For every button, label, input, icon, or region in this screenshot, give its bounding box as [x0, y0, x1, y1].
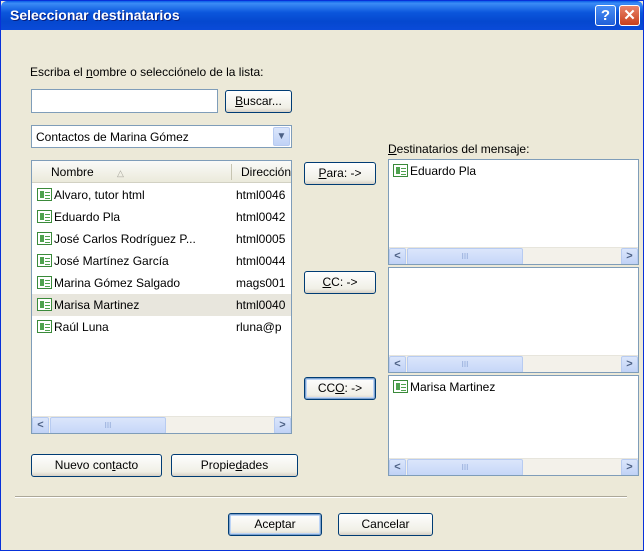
contact-address: mags001 [236, 276, 286, 290]
scroll-left-icon[interactable]: < [389, 248, 406, 264]
contact-address: html0005 [236, 232, 286, 246]
add-bcc-button[interactable]: CCO: -> [304, 377, 376, 400]
contact-name: Eduardo Pla [54, 210, 121, 224]
scroll-left-icon[interactable]: < [32, 417, 49, 433]
contacts-hscrollbar[interactable]: < III > [32, 416, 291, 433]
divider [15, 496, 627, 498]
properties-button[interactable]: Propiedades [171, 454, 298, 477]
scroll-right-icon[interactable]: > [621, 459, 638, 475]
contact-name: Marisa Martinez [54, 298, 140, 312]
contact-address: html0040 [236, 298, 286, 312]
scroll-left-icon[interactable]: < [389, 459, 406, 475]
contact-card-icon [37, 188, 52, 201]
cc-hscrollbar[interactable]: < III > [389, 355, 638, 372]
contact-card-icon [393, 380, 408, 393]
search-label: Escriba el nombre o selecciónelo de la l… [30, 65, 264, 79]
scroll-right-icon[interactable]: > [621, 248, 638, 264]
addressbook-selected: Contactos de Marina Gómez [36, 130, 189, 144]
new-contact-button[interactable]: Nuevo contacto [31, 454, 162, 477]
dialog-title: Seleccionar destinatarios [10, 7, 180, 23]
help-button[interactable]: ? [595, 5, 616, 26]
column-header-name[interactable]: Nombre △ [51, 165, 124, 179]
contact-row[interactable]: Eduardo Pla html0042 [32, 206, 291, 228]
contact-row[interactable]: Marisa Martinez html0040 [32, 294, 291, 316]
contact-address: html0044 [236, 254, 286, 268]
contact-card-icon [37, 320, 52, 333]
chevron-down-icon[interactable]: ▼ [273, 127, 290, 146]
contact-name: José Martínez García [54, 254, 169, 268]
close-button[interactable]: ✕ [619, 5, 640, 26]
sort-arrow-icon: △ [117, 168, 124, 178]
scroll-right-icon[interactable]: > [274, 417, 291, 433]
recipients-label: Destinatarios del mensaje: [388, 142, 530, 156]
contact-card-icon [37, 232, 52, 245]
contact-row[interactable]: Alvaro, tutor html html0046 [32, 184, 291, 206]
contact-card-icon [37, 254, 52, 267]
column-header-address[interactable]: Dirección [241, 165, 291, 179]
contact-address: rluna@p [236, 320, 282, 334]
search-input[interactable] [31, 89, 218, 113]
recipient-entry[interactable]: Marisa Martinez [393, 380, 495, 394]
contact-row[interactable]: José Martínez García html0044 [32, 250, 291, 272]
bcc-recipients-box[interactable]: Marisa Martinez < III > [388, 375, 639, 476]
contact-card-icon [37, 298, 52, 311]
scroll-thumb[interactable]: III [407, 459, 523, 475]
scroll-thumb[interactable]: III [50, 417, 166, 433]
cancel-button[interactable]: Cancelar [338, 513, 433, 536]
contacts-header: Nombre △ Dirección [32, 161, 291, 183]
addressbook-select[interactable]: Contactos de Marina Gómez ▼ [31, 125, 292, 148]
add-to-button[interactable]: Para: -> [304, 162, 376, 185]
contacts-list[interactable]: Nombre △ Dirección Alvaro, tutor html htm… [31, 160, 292, 434]
contact-name: Marina Gómez Salgado [54, 276, 181, 290]
contact-card-icon [37, 276, 52, 289]
scroll-thumb[interactable]: III [407, 356, 523, 372]
column-separator[interactable] [231, 164, 232, 180]
to-recipients-box[interactable]: Eduardo Pla < III > [388, 159, 639, 265]
contact-row[interactable]: Raúl Luna rluna@p [32, 316, 291, 338]
search-button[interactable]: Buscar... [225, 90, 292, 113]
cc-recipients-box[interactable]: < III > [388, 267, 639, 373]
contact-name: José Carlos Rodríguez P... [54, 232, 196, 246]
contact-name: Raúl Luna [54, 320, 109, 334]
scroll-right-icon[interactable]: > [621, 356, 638, 372]
contact-address: html0046 [236, 188, 286, 202]
contact-row[interactable]: José Carlos Rodríguez P... html0005 [32, 228, 291, 250]
contact-address: html0042 [236, 210, 286, 224]
to-hscrollbar[interactable]: < III > [389, 247, 638, 264]
contact-name: Alvaro, tutor html [54, 188, 145, 202]
dialog-window: Seleccionar destinatarios ? ✕ Escriba el… [0, 0, 644, 551]
recipient-entry[interactable]: Eduardo Pla [393, 164, 476, 178]
ok-button[interactable]: Aceptar [228, 513, 322, 536]
scroll-thumb[interactable]: III [407, 248, 523, 264]
contact-card-icon [393, 164, 408, 177]
close-icon: ✕ [623, 7, 636, 24]
contact-row[interactable]: Marina Gómez Salgado mags001 [32, 272, 291, 294]
scroll-left-icon[interactable]: < [389, 356, 406, 372]
contact-card-icon [37, 210, 52, 223]
title-bar[interactable]: Seleccionar destinatarios ? ✕ [1, 1, 643, 30]
help-icon: ? [600, 7, 611, 24]
add-cc-button[interactable]: CC: -> [304, 271, 376, 294]
bcc-hscrollbar[interactable]: < III > [389, 458, 638, 475]
